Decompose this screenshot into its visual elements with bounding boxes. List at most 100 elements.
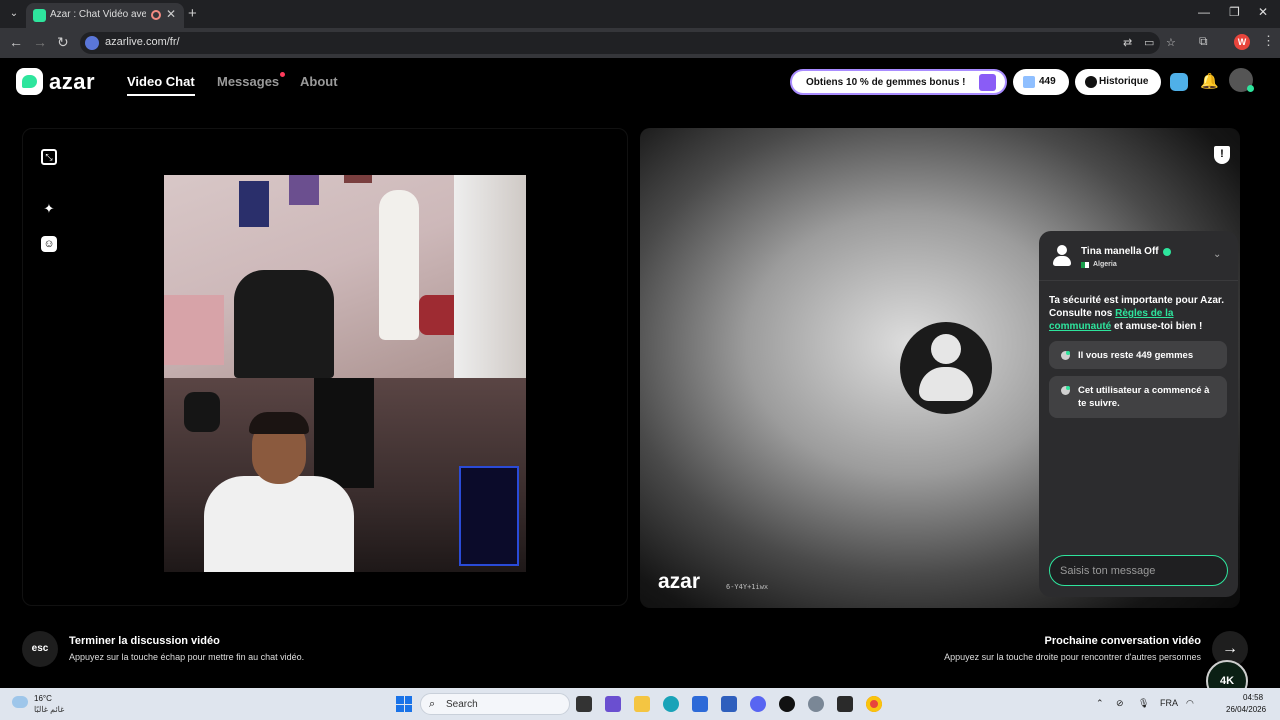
clock-icon [1085, 76, 1097, 88]
user-profile-icon[interactable] [1229, 68, 1254, 92]
nav-about[interactable]: About [300, 74, 338, 89]
partner-avatar-placeholder [900, 322, 992, 414]
task-view-icon[interactable] [576, 696, 592, 712]
edge-browser-icon[interactable] [663, 696, 679, 712]
search-icon: ⌕ [429, 698, 436, 710]
chevron-down-icon[interactable]: ⌄ [1213, 249, 1221, 260]
tab-search-icon[interactable]: ⌄ [6, 6, 22, 22]
browser-menu-icon[interactable]: ⋮ [1262, 33, 1275, 49]
profile-avatar[interactable]: W [1234, 34, 1250, 50]
next-chat-title: Prochaine conversation vidéo [1044, 635, 1202, 647]
close-window-icon[interactable]: ✕ [1258, 5, 1268, 19]
active-nav-underline [127, 94, 195, 96]
site-info-icon[interactable] [85, 36, 99, 50]
end-chat-esc-button[interactable]: esc [22, 631, 58, 667]
settings-gear-icon[interactable] [808, 696, 824, 712]
azar-logo-icon[interactable] [16, 68, 43, 95]
windows-taskbar: 16°C غائم غالبًا ⌕ Search ⌃ ⊘ 🎙 FRA ◠ 04… [0, 688, 1280, 720]
back-icon[interactable]: ← [9, 34, 23, 50]
chat-panel: Tina manella Off Algeria ⌄ Ta sécurité e… [1039, 231, 1238, 597]
history-label: Historique [1099, 76, 1149, 87]
azar-favicon-icon [33, 9, 46, 22]
chat-header[interactable]: Tina manella Off Algeria ⌄ [1039, 231, 1238, 281]
gems-message-text: Il vous reste 449 gemmes [1078, 350, 1194, 361]
tab-close-icon[interactable]: ✕ [166, 7, 176, 21]
nav-messages[interactable]: Messages [217, 74, 279, 89]
extensions-icon[interactable]: ⧉ [1199, 34, 1208, 49]
curtain-image [454, 175, 526, 378]
reload-icon[interactable]: ↻ [57, 34, 69, 51]
gems-system-message: Il vous reste 449 gemmes [1049, 341, 1227, 369]
shrink-view-icon[interactable]: ⤡ [41, 149, 57, 165]
report-shield-icon[interactable]: ! [1214, 146, 1230, 164]
system-info-icon [1061, 386, 1070, 395]
chat-user-name: Tina manella Off [1081, 246, 1159, 257]
translate-icon[interactable]: ⇄ [1123, 36, 1132, 49]
poster-image [289, 175, 319, 205]
app-icon[interactable] [837, 696, 853, 712]
address-bar[interactable]: azarlive.com/fr/ ⇄ ▭ ☆ [80, 32, 1176, 54]
gem-icon [1023, 76, 1035, 88]
cast-icon[interactable]: ▭ [1144, 36, 1154, 49]
taskbar-search[interactable]: ⌕ Search [420, 693, 570, 715]
next-chat-hint: Appuyez sur la touche droite pour rencon… [944, 652, 1201, 662]
store-icon[interactable] [692, 696, 708, 712]
avatar-body [919, 367, 973, 401]
follow-system-message: Cet utilisateur a commencé à te suivre. [1049, 376, 1227, 418]
forward-icon[interactable]: → [33, 34, 47, 50]
clock-date[interactable]: 26/04/2026 [1226, 705, 1266, 714]
app-icon[interactable] [605, 696, 621, 712]
weather-cloud-icon[interactable] [12, 696, 28, 708]
chat-bubble-icon[interactable] [1170, 73, 1188, 91]
bell-icon[interactable]: 🔔 [1200, 73, 1219, 91]
end-chat-title: Terminer la discussion vidéo [69, 635, 220, 647]
chat-user-country: Algeria [1093, 261, 1117, 268]
chat-message-input[interactable] [1049, 555, 1228, 586]
discord-icon[interactable] [750, 696, 766, 712]
browser-tab-bar: ⌄ Azar : Chat Vidéo avec de n ✕ + — ❐ ✕ [0, 0, 1280, 28]
bonus-gems-promo-button[interactable]: Obtiens 10 % de gemmes bonus ! [790, 69, 1007, 95]
url-text: azarlive.com/fr/ [105, 36, 180, 48]
network-off-icon[interactable]: ⊘ [1116, 698, 1124, 709]
clock-time[interactable]: 04:58 [1243, 693, 1263, 702]
sticker-face-icon[interactable]: ☺ [41, 236, 57, 252]
safety-text-suffix: et amuse-toi bien ! [1111, 321, 1203, 332]
tab-title: Azar : Chat Vidéo avec de n [50, 9, 146, 20]
gaming-chair-image [234, 270, 334, 378]
new-tab-icon[interactable]: + [188, 5, 197, 22]
obs-icon[interactable] [779, 696, 795, 712]
file-explorer-icon[interactable] [634, 696, 650, 712]
avatar-head [931, 334, 961, 364]
session-code: 6-Y4Y+1iwx [726, 583, 769, 591]
chat-user-avatar-icon [1053, 245, 1071, 267]
tray-chevron-up-icon[interactable]: ⌃ [1096, 698, 1104, 709]
boxing-gloves-image [184, 392, 220, 432]
azar-logo-text[interactable]: azar [49, 69, 95, 95]
weather-temperature: 16°C [34, 694, 52, 703]
poster-image [344, 175, 372, 183]
self-video-feed [164, 378, 526, 572]
input-language[interactable]: FRA [1160, 698, 1178, 708]
gems-balance-button[interactable]: 449 [1013, 69, 1069, 95]
chrome-icon[interactable] [866, 696, 882, 712]
restore-icon[interactable]: ❐ [1229, 5, 1240, 19]
end-chat-hint: Appuyez sur la touche échap pour mettre … [69, 652, 305, 662]
bookmark-star-icon[interactable]: ☆ [1166, 36, 1176, 49]
person-hair-image [249, 412, 309, 434]
gems-count: 449 [1039, 76, 1056, 87]
browser-tab[interactable]: Azar : Chat Vidéo avec de n ✕ [26, 3, 184, 28]
history-button[interactable]: Historique [1075, 69, 1161, 95]
minimize-icon[interactable]: — [1198, 5, 1210, 19]
magic-wand-icon[interactable]: ✦ [41, 201, 57, 217]
safety-message: Ta sécurité est importante pour Azar. Co… [1049, 294, 1231, 333]
wifi-icon[interactable]: ◠ [1186, 698, 1194, 709]
poster-image [239, 181, 269, 227]
algeria-flag-icon [1081, 262, 1089, 268]
nav-video-chat[interactable]: Video Chat [127, 74, 195, 89]
system-info-icon [1061, 351, 1070, 360]
weather-description: غائم غالبًا [34, 705, 65, 714]
mail-icon[interactable] [721, 696, 737, 712]
microphone-icon[interactable]: 🎙 [1138, 698, 1149, 709]
windows-start-icon[interactable] [396, 696, 412, 712]
partner-video-feed [164, 175, 526, 378]
